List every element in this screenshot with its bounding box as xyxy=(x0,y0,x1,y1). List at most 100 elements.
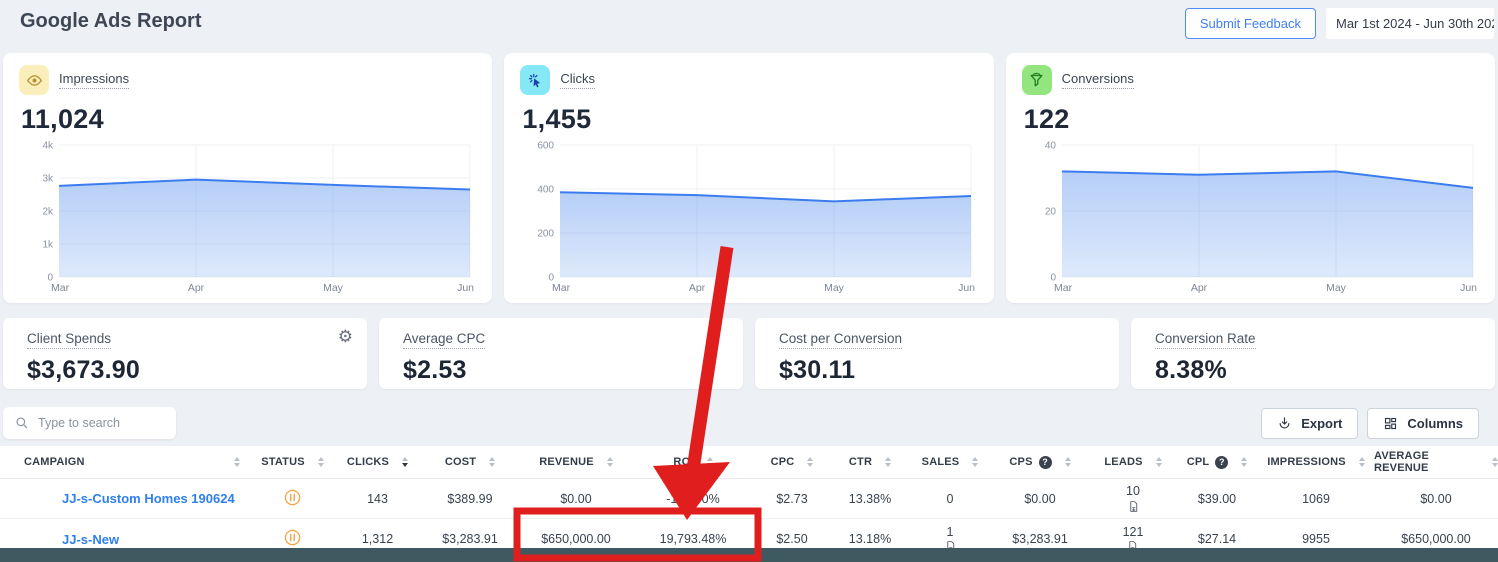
search-box[interactable] xyxy=(3,407,176,439)
impressions-card: Impressions 11,024 0 1k 2k 3k 4k Mar Apr May Jun xyxy=(3,53,493,303)
ctr-cell: 13.18% xyxy=(848,532,892,546)
sort-icon[interactable] xyxy=(317,457,324,467)
svg-text:40: 40 xyxy=(1045,141,1057,152)
column-header-roi[interactable]: ROI xyxy=(632,446,754,478)
svg-text:2k: 2k xyxy=(42,207,54,218)
svg-text:20: 20 xyxy=(1045,207,1057,218)
sort-icon[interactable] xyxy=(706,457,713,467)
help-icon[interactable]: ? xyxy=(1215,455,1229,469)
cost-per-conversion-value: $30.11 xyxy=(779,356,856,384)
column-header-status[interactable]: STATUS xyxy=(250,446,335,478)
clicks-card: Clicks 1,455 0 200 400 600 Mar Apr May Jun xyxy=(504,53,994,303)
svg-text:Apr: Apr xyxy=(1190,282,1207,294)
sort-icon[interactable] xyxy=(489,457,496,467)
svg-text:Jun: Jun xyxy=(958,282,975,294)
clicks-chart: 0 200 400 600 Mar Apr May Jun xyxy=(520,139,977,297)
roi-cell: 19,793.48% xyxy=(659,532,727,546)
svg-text:Apr: Apr xyxy=(188,282,205,294)
campaign-link[interactable]: JJ-s-Custom Homes 190624 xyxy=(62,491,235,506)
revenue-cell: $0.00 xyxy=(560,491,592,506)
column-header-ctr[interactable]: CTR xyxy=(830,446,910,478)
average-revenue-cell: $0.00 xyxy=(1420,491,1452,506)
column-header-cost[interactable]: COST xyxy=(420,446,520,478)
roi-cell: -100.00% xyxy=(666,491,720,506)
average-revenue-cell: $650,000.00 xyxy=(1401,532,1471,546)
svg-text:Jun: Jun xyxy=(1460,282,1477,294)
sort-icon-desc-active[interactable] xyxy=(402,457,409,467)
sales-cell: 0 xyxy=(946,491,954,506)
campaign-link[interactable]: JJ-s-New xyxy=(62,532,119,547)
sort-icon[interactable] xyxy=(1358,457,1365,467)
column-header-sales[interactable]: SALES xyxy=(910,446,990,478)
column-header-revenue[interactable]: REVENUE xyxy=(520,446,632,478)
client-spends-label[interactable]: Client Spends xyxy=(27,331,112,349)
export-button[interactable]: Export xyxy=(1261,407,1359,439)
client-spends-value: $3,673.90 xyxy=(27,356,141,384)
svg-text:Apr: Apr xyxy=(689,282,706,294)
pause-status-icon[interactable] xyxy=(283,528,302,547)
table-toolbar: Export Columns xyxy=(0,407,1498,439)
cpl-cell: $39.00 xyxy=(1197,491,1237,506)
column-header-cpc[interactable]: CPC xyxy=(754,446,830,478)
click-cursor-icon xyxy=(520,65,551,95)
cost-per-conversion-label[interactable]: Cost per Conversion xyxy=(779,331,903,349)
conversions-label[interactable]: Conversions xyxy=(1061,71,1134,89)
sort-icon[interactable] xyxy=(606,457,613,467)
svg-text:Mar: Mar xyxy=(51,282,70,294)
funnel-icon xyxy=(1021,65,1052,95)
impressions-label[interactable]: Impressions xyxy=(59,71,130,89)
svg-text:Jun: Jun xyxy=(457,282,474,294)
svg-text:Mar: Mar xyxy=(1054,282,1073,294)
column-header-impressions[interactable]: IMPRESSIONS xyxy=(1258,446,1374,478)
column-header-average-revenue[interactable]: AVERAGE REVENUE xyxy=(1374,446,1498,478)
column-header-cps[interactable]: CPS? xyxy=(990,446,1090,478)
svg-text:200: 200 xyxy=(538,229,555,240)
svg-text:3k: 3k xyxy=(42,174,54,185)
sort-icon[interactable] xyxy=(1064,457,1071,467)
clicks-label[interactable]: Clicks xyxy=(560,71,595,89)
average-cpc-label[interactable]: Average CPC xyxy=(403,331,486,349)
columns-button-label: Columns xyxy=(1407,415,1463,431)
average-cpc-value: $2.53 xyxy=(403,356,467,384)
svg-text:May: May xyxy=(1326,282,1347,294)
date-range-picker[interactable]: Mar 1st 2024 - Jun 30th 202 xyxy=(1326,8,1494,39)
cost-cell: $389.99 xyxy=(447,491,493,506)
column-header-clicks[interactable]: CLICKS xyxy=(335,446,420,478)
table-header-row: CAMPAIGN STATUS CLICKS COST REVENUE ROI … xyxy=(0,446,1498,479)
page-title: Google Ads Report xyxy=(20,10,202,32)
search-input[interactable] xyxy=(38,416,158,430)
cost-cell: $3,283.91 xyxy=(442,532,498,546)
sort-icon[interactable] xyxy=(972,457,979,467)
help-icon[interactable]: ? xyxy=(1038,455,1052,469)
leads-cell[interactable]: 10 xyxy=(1126,484,1140,513)
column-header-leads[interactable]: LEADS xyxy=(1090,446,1176,478)
impressions-cell: 9955 xyxy=(1302,532,1330,546)
document-icon xyxy=(1129,501,1137,512)
svg-text:Mar: Mar xyxy=(552,282,571,294)
sort-icon[interactable] xyxy=(1241,457,1248,467)
cost-per-conversion-card: Cost per Conversion $30.11 xyxy=(755,318,1119,389)
export-button-label: Export xyxy=(1301,415,1343,431)
pause-status-icon[interactable] xyxy=(283,488,302,507)
table-row: JJ-s-Custom Homes 190624 143 $389.99 $0.… xyxy=(0,479,1498,519)
sort-icon[interactable] xyxy=(1492,457,1498,467)
svg-text:1k: 1k xyxy=(42,240,54,251)
column-header-campaign[interactable]: CAMPAIGN xyxy=(0,446,250,478)
columns-button[interactable]: Columns xyxy=(1367,407,1479,439)
conversion-rate-label[interactable]: Conversion Rate xyxy=(1155,331,1256,349)
svg-text:4k: 4k xyxy=(42,141,54,152)
conversions-chart: 0 20 40 Mar Apr May Jun xyxy=(1022,139,1479,297)
window-bottom-bar xyxy=(0,548,1498,562)
sort-icon[interactable] xyxy=(234,457,240,467)
sort-icon[interactable] xyxy=(885,457,892,467)
columns-grid-icon xyxy=(1383,416,1398,431)
sort-icon[interactable] xyxy=(1155,457,1162,467)
sort-icon[interactable] xyxy=(807,457,814,467)
submit-feedback-button[interactable]: Submit Feedback xyxy=(1184,8,1316,39)
download-icon xyxy=(1277,416,1292,431)
column-header-cpl[interactable]: CPL? xyxy=(1176,446,1258,478)
eye-icon xyxy=(19,65,49,95)
svg-text:May: May xyxy=(323,282,344,294)
gear-icon[interactable]: ⚙ xyxy=(338,328,353,345)
svg-text:May: May xyxy=(824,282,845,294)
